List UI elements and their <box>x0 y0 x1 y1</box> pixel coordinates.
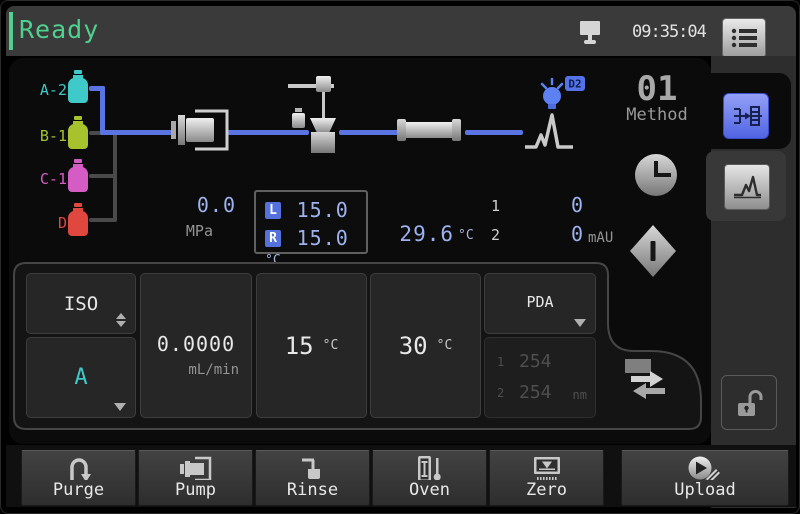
detector-wavelength-field[interactable]: 1 254 2 254 nm <box>484 337 596 418</box>
detector-unit: mAU <box>588 230 613 246</box>
pump-button[interactable]: Pump <box>138 450 253 506</box>
rinse-icon <box>298 455 328 480</box>
method-number: 01 <box>619 69 695 109</box>
oven-temp-unit: °C <box>458 228 474 243</box>
detector-icon <box>523 109 575 151</box>
bottle-icon-d <box>67 203 89 237</box>
method-label: Method <box>619 105 695 125</box>
zero-icon <box>532 455 562 480</box>
sampler-setpoint-field[interactable]: 15 °C <box>256 273 367 418</box>
instrument-screen: Ready 09:35:04 <box>0 0 800 514</box>
lock-button[interactable] <box>721 375 777 430</box>
oven-icon <box>416 455 443 480</box>
bottle-icon-c1 <box>67 159 89 193</box>
pump-pressure-unit: MPa <box>143 222 213 240</box>
left-temp-row: L 15.0 <box>265 198 349 222</box>
rinse-button[interactable]: Rinse <box>255 450 370 506</box>
tube-manifold <box>113 131 117 222</box>
pump-pressure-value: 0.0 <box>156 193 236 217</box>
flow-rate-value: 0.0000 <box>141 332 251 356</box>
wavelength-2-value: 254 <box>519 382 552 403</box>
solvent-label-b1: B-1 <box>37 127 67 145</box>
solvent-label-c1: C-1 <box>37 170 67 188</box>
sampler-setpoint-unit: °C <box>323 338 339 353</box>
detector-name: PDA <box>485 293 595 311</box>
chromatogram-icon <box>731 172 763 202</box>
swap-screen-icon[interactable] <box>623 359 673 405</box>
flow-rate-unit: mL/min <box>141 362 251 378</box>
upload-label: Upload <box>674 480 735 500</box>
wavelength-2-index: 2 <box>497 386 504 400</box>
pump-icon <box>171 107 235 153</box>
detector-dropdown-icon <box>574 319 586 327</box>
status-cursor <box>9 12 13 50</box>
flow-diagram-tab-button[interactable] <box>723 93 769 139</box>
monitor-icon <box>578 19 602 46</box>
spinner-up-icon <box>116 313 126 319</box>
oven-temp-value: 29.6 <box>384 222 454 246</box>
pump-mode-field[interactable]: ISO <box>26 273 136 334</box>
menu-list-icon <box>729 25 759 51</box>
solvent-label-d: D <box>37 214 67 232</box>
chromatogram-tab-button[interactable] <box>724 164 770 210</box>
tube-d <box>89 218 115 222</box>
status-text: Ready <box>19 15 99 44</box>
tube-injector-column <box>339 130 399 135</box>
autosampler-icon <box>286 75 342 153</box>
zero-label: Zero <box>526 480 567 500</box>
solvent-line-value: A <box>74 365 87 390</box>
upload-icon <box>685 455 725 480</box>
status-bar: Ready 09:35:04 <box>6 6 796 56</box>
oven-label: Oven <box>409 480 450 500</box>
wavelength-1-index: 1 <box>497 355 504 369</box>
pump-mode-value: ISO <box>64 293 98 315</box>
detector-select-field[interactable]: PDA <box>484 273 596 334</box>
solvent-line-field[interactable]: A <box>26 337 136 418</box>
wavelength-unit: nm <box>573 388 587 402</box>
sampler-temp-box: L 15.0 R 15.0 °C <box>254 190 368 254</box>
oven-button[interactable]: Oven <box>372 450 487 506</box>
column-icon <box>397 119 461 141</box>
oven-setpoint-value: 30 <box>399 332 428 360</box>
tube-c1 <box>89 174 115 178</box>
flow-rate-field[interactable]: 0.0000 mL/min <box>140 273 252 418</box>
zero-button[interactable]: Zero <box>489 450 604 506</box>
bottle-icon-b1 <box>67 116 89 150</box>
unlock-icon <box>733 388 765 418</box>
time-program-icon[interactable] <box>633 152 679 198</box>
tube-column-detector <box>465 130 523 135</box>
mode-spinner[interactable] <box>116 313 126 327</box>
purge-button[interactable]: Purge <box>21 450 136 506</box>
oven-setpoint-unit: °C <box>437 338 453 353</box>
channel-2-index: 2 <box>491 226 500 244</box>
tube-to-pump <box>100 130 174 135</box>
left-temp-value: 15.0 <box>297 198 349 222</box>
pump-toolbar-icon <box>179 455 213 480</box>
sampler-setpoint-value: 15 <box>285 332 314 360</box>
pump-label: Pump <box>175 480 216 500</box>
bottle-icon-a2 <box>67 70 89 104</box>
purge-label: Purge <box>53 480 104 500</box>
wavelength-1-value: 254 <box>519 351 552 372</box>
clock-time: 09:35:04 <box>632 22 706 42</box>
menu-button[interactable] <box>722 18 766 58</box>
solvent-label-a2: A-2 <box>37 81 67 99</box>
flow-diagram-icon <box>730 101 762 131</box>
right-badge: R <box>265 230 281 247</box>
channel-2-value: 0 <box>537 222 583 246</box>
bottom-toolbar: Purge Pump Rinse <box>6 445 796 507</box>
channel-1-index: 1 <box>491 197 500 215</box>
upload-button[interactable]: Upload <box>621 450 789 506</box>
oven-setpoint-field[interactable]: 30 °C <box>370 273 481 418</box>
d2-lamp-badge: D2 <box>568 78 581 91</box>
purge-icon <box>64 455 94 480</box>
lamp-icon: D2 <box>537 75 587 113</box>
channel-1-value: 0 <box>537 193 583 217</box>
rinse-label: Rinse <box>287 480 338 500</box>
right-temp-value: 15.0 <box>297 226 349 250</box>
solvent-dropdown-icon <box>114 403 126 411</box>
left-badge: L <box>265 202 281 219</box>
spinner-down-icon <box>116 321 126 327</box>
tube-a2-v <box>100 86 105 135</box>
